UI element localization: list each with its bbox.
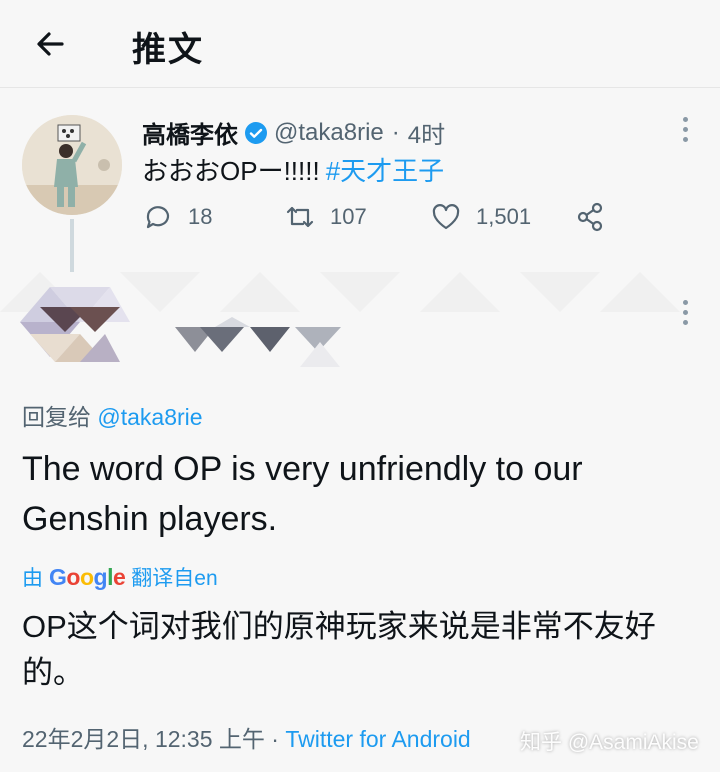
retweet-button[interactable]: 107 bbox=[284, 201, 367, 233]
back-arrow-icon[interactable] bbox=[28, 22, 72, 66]
verified-badge-icon bbox=[245, 121, 267, 144]
tweet-source[interactable]: Twitter for Android bbox=[285, 726, 470, 752]
reply-to-prefix: 回复给 bbox=[22, 404, 91, 430]
heart-icon bbox=[432, 204, 460, 230]
hashtag-link[interactable]: #天才王子 bbox=[326, 156, 444, 186]
share-icon bbox=[577, 202, 603, 232]
translation-attribution[interactable]: 由 Google 翻译自en bbox=[22, 562, 218, 592]
share-button[interactable] bbox=[574, 201, 620, 233]
translate-prefix: 由 bbox=[22, 567, 43, 590]
thread-line bbox=[70, 219, 74, 277]
tweet-body: おおおOPー!!!!! bbox=[142, 156, 320, 186]
reply-text: The word OP is very unfriendly to our Ge… bbox=[22, 450, 583, 538]
tweet-actions: 18 107 1,501 bbox=[142, 201, 622, 241]
footer-separator: · bbox=[271, 726, 279, 752]
tweet-footer: 22年2月2日, 12:35 上午 · Twitter for Android bbox=[22, 720, 471, 754]
reply-count: 18 bbox=[188, 204, 213, 229]
redacted-reply-author bbox=[0, 272, 720, 384]
author-avatar[interactable] bbox=[22, 115, 122, 215]
retweet-icon bbox=[286, 206, 314, 228]
tweet-header: 高橋李依 @taka8rie · 4时 bbox=[142, 115, 445, 150]
reply-more-options-icon[interactable] bbox=[682, 300, 690, 328]
translated-text: OP这个词对我们的原神玩家来说是非常不友好的。 bbox=[22, 609, 656, 690]
like-count: 1,501 bbox=[476, 204, 532, 229]
more-options-icon[interactable] bbox=[682, 117, 690, 145]
top-bar: 推文 bbox=[0, 0, 720, 88]
retweet-count: 107 bbox=[330, 204, 367, 229]
translate-suffix: 翻译自en bbox=[131, 567, 218, 590]
reply-to-line: 回复给 @taka8rie bbox=[22, 398, 203, 432]
mosaic-blur bbox=[0, 272, 720, 384]
tweet-timestamp[interactable]: 22年2月2日, 12:35 上午 bbox=[22, 726, 265, 752]
google-logo: Google bbox=[49, 563, 126, 590]
author-name[interactable]: 高橋李依 bbox=[142, 115, 238, 150]
tweet-text: おおおOPー!!!!! #天才王子 bbox=[142, 151, 444, 188]
page-title: 推文 bbox=[132, 31, 204, 69]
tweet-time[interactable]: 4时 bbox=[408, 115, 445, 150]
reply-icon bbox=[146, 206, 170, 229]
separator-dot: · bbox=[391, 118, 400, 146]
original-tweet[interactable]: 高橋李依 @taka8rie · 4时 おおおOPー!!!!! #天才王子 18 … bbox=[0, 89, 720, 277]
zhihu-watermark: 知乎 @AsamiAkise bbox=[520, 731, 699, 754]
like-button[interactable]: 1,501 bbox=[430, 201, 531, 233]
author-handle[interactable]: @taka8rie bbox=[274, 119, 384, 147]
reply-to-handle[interactable]: @taka8rie bbox=[97, 404, 202, 430]
reply-button[interactable]: 18 bbox=[142, 201, 212, 233]
